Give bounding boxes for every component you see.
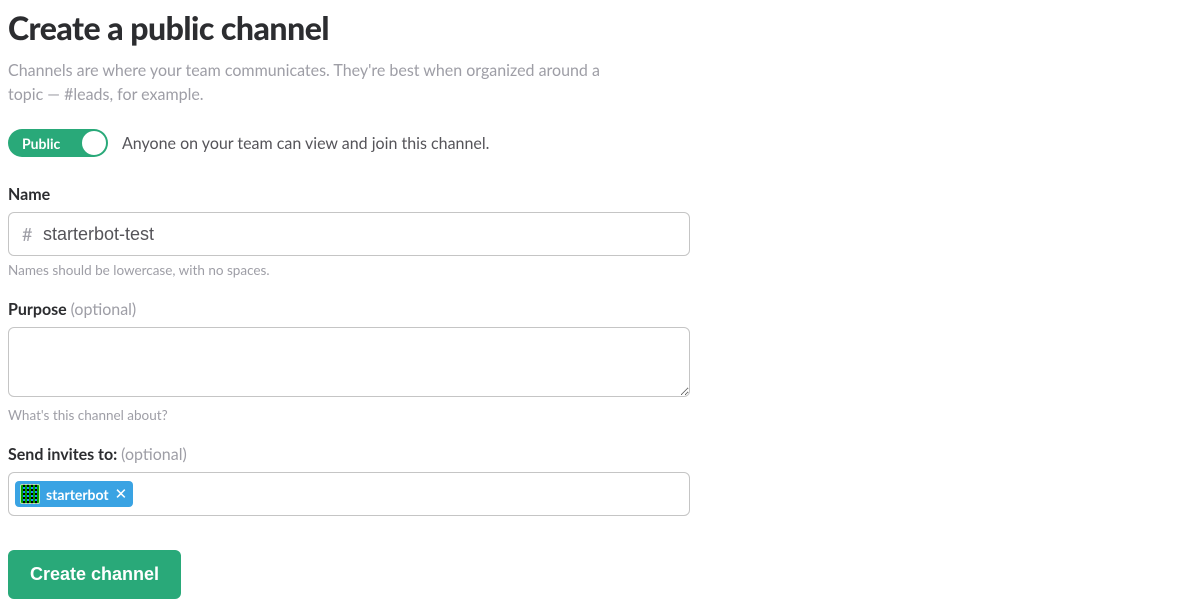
invites-optional-tag: (optional) <box>121 445 187 464</box>
invite-chip[interactable]: starterbot ✕ <box>15 481 133 507</box>
channel-name-input[interactable] <box>8 212 690 256</box>
privacy-toggle-label: Public <box>22 135 60 152</box>
toggle-knob-icon <box>81 130 107 156</box>
privacy-description: Anyone on your team can view and join th… <box>122 134 489 153</box>
page-subtitle: Channels are where your team communicate… <box>8 59 628 107</box>
create-channel-button[interactable]: Create channel <box>8 550 181 599</box>
page-title: Create a public channel <box>8 8 1192 47</box>
invites-label: Send invites to: (optional) <box>8 445 1192 464</box>
name-label: Name <box>8 185 1192 204</box>
avatar-icon <box>20 484 40 504</box>
purpose-label: Purpose (optional) <box>8 300 1192 319</box>
name-helper-text: Names should be lowercase, with no space… <box>8 262 1192 278</box>
purpose-helper-text: What's this channel about? <box>8 407 1192 423</box>
channel-purpose-input[interactable] <box>8 327 690 397</box>
remove-chip-icon[interactable]: ✕ <box>115 487 128 502</box>
invites-input[interactable]: starterbot ✕ <box>8 472 690 516</box>
privacy-toggle[interactable]: Public <box>8 129 108 157</box>
purpose-optional-tag: (optional) <box>71 300 137 319</box>
invite-chip-name: starterbot <box>46 486 109 503</box>
